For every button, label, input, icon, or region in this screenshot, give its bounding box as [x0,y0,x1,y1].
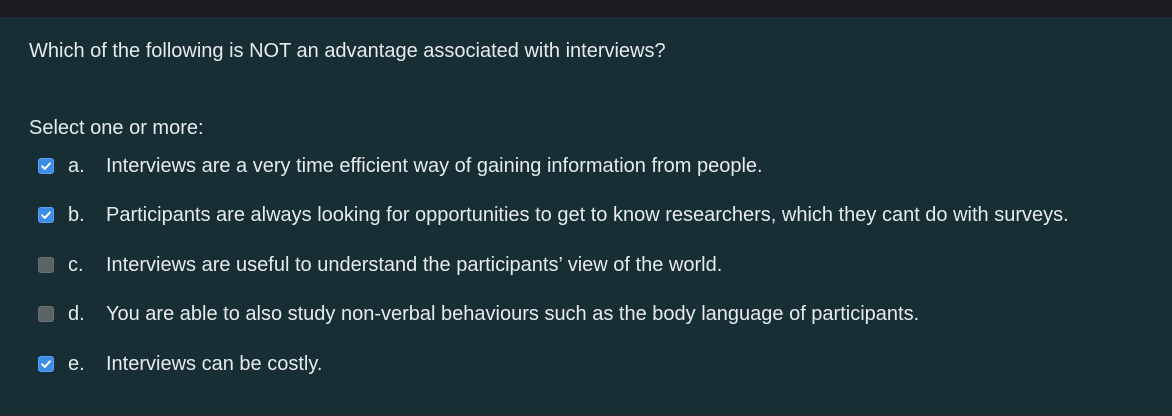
option-a[interactable]: a. Interviews are a very time efficient … [38,153,763,179]
option-e-text: Interviews can be costly. [106,353,323,375]
option-a-checkbox[interactable] [38,158,54,174]
option-c[interactable]: c. Interviews are useful to understand t… [38,252,722,278]
option-c-text: Interviews are useful to understand the … [106,254,723,276]
select-prompt: Select one or more: [29,117,204,139]
option-d-text: You are able to also study non-verbal be… [106,303,920,325]
checkmark-icon [41,211,51,219]
option-b-text: Participants are always looking for oppo… [106,204,1069,226]
option-d[interactable]: d. You are able to also study non-verbal… [38,301,919,327]
question-text: Which of the following is NOT an advanta… [29,40,666,62]
option-e-checkbox[interactable] [38,356,54,372]
top-bar [0,0,1172,17]
option-e[interactable]: e. Interviews can be costly. [38,351,322,377]
option-b[interactable]: b. Participants are always looking for o… [38,202,1069,228]
option-b-letter: b. [68,204,85,226]
option-b-checkbox[interactable] [38,207,54,223]
option-a-letter: a. [68,155,85,177]
option-d-letter: d. [68,303,85,325]
checkmark-icon [41,162,51,170]
option-d-checkbox[interactable] [38,306,54,322]
option-c-letter: c. [68,254,84,276]
checkmark-icon [41,360,51,368]
option-a-text: Interviews are a very time efficient way… [106,155,763,177]
option-e-letter: e. [68,353,85,375]
option-c-checkbox[interactable] [38,257,54,273]
